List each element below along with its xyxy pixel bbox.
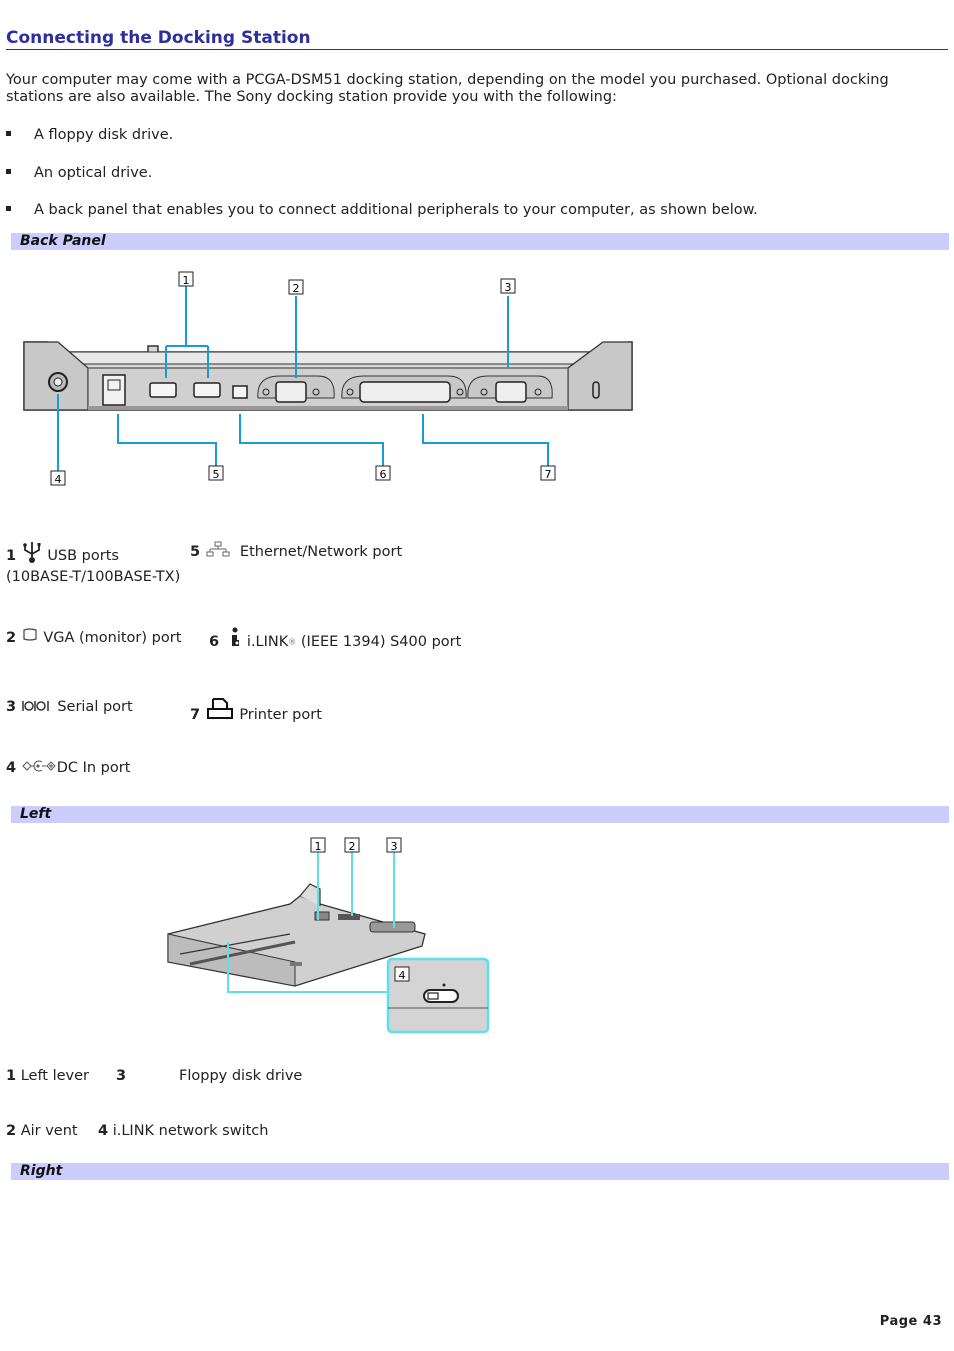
callout-3: 3	[386, 837, 402, 853]
printer-icon	[206, 698, 233, 719]
bullet-marker	[6, 131, 11, 136]
svg-text:3: 3	[391, 840, 398, 853]
legend-label: i.LINK network switch	[112, 1123, 269, 1139]
serial-icon	[21, 701, 49, 711]
legend-number: 2	[6, 1123, 17, 1139]
callout-2: 2	[288, 279, 304, 295]
svg-text:5: 5	[213, 468, 220, 481]
bullet-marker	[6, 206, 11, 211]
legend-item-ilink: 6 i.LINK® (IEEE 1394) S400 port	[209, 626, 461, 650]
legend-item-vga: 2 VGA (monitor) port	[6, 626, 181, 646]
legend-item-floppy: 3	[116, 1068, 126, 1084]
legend-item-printer: 7 Printer port	[190, 697, 322, 723]
legend-label: VGA (monitor) port	[43, 630, 182, 646]
docking-station-back-illustration	[23, 341, 633, 411]
svg-text:7: 7	[545, 468, 552, 481]
legend-item-usb: 1 USB ports	[6, 540, 119, 564]
bullet-item: A floppy disk drive.	[6, 127, 173, 143]
bullet-item: A back panel that enables you to connect…	[6, 202, 758, 218]
legend-label-rest: (IEEE 1394) S400 port	[296, 634, 462, 650]
bullet-text: A floppy disk drive.	[34, 127, 174, 143]
callout-7: 7	[540, 465, 556, 481]
callout-5: 5	[208, 465, 224, 481]
callout-1: 1	[178, 271, 194, 287]
callout-2: 2	[344, 837, 360, 853]
svg-text:1: 1	[183, 274, 190, 287]
svg-text:2: 2	[349, 840, 356, 853]
legend-item-dc-in: 4 DC In port	[6, 758, 130, 776]
svg-text:4: 4	[399, 969, 406, 982]
monitor-icon	[23, 628, 37, 641]
callout-6: 6	[375, 465, 391, 481]
page-number: Page 43	[879, 1314, 942, 1329]
network-icon	[206, 541, 230, 557]
legend-item-ethernet: 5 Ethernet/Network port	[190, 540, 402, 560]
docking-station-left-illustration	[167, 883, 426, 987]
section-heading-back-panel: Back Panel	[11, 233, 949, 250]
legend-label: Left lever	[20, 1068, 90, 1084]
callout-3: 3	[500, 278, 516, 294]
legend-number: 2	[6, 630, 17, 646]
legend-label-floppy: Floppy disk drive	[179, 1068, 303, 1084]
legend-item-serial: 3 Serial port	[6, 697, 133, 715]
svg-text:4: 4	[55, 473, 62, 486]
legend-number: 1	[6, 1068, 17, 1084]
svg-text:1: 1	[315, 840, 322, 853]
svg-text:6: 6	[380, 468, 387, 481]
page-title: Connecting the Docking Station	[6, 28, 948, 50]
section-heading-left: Left	[11, 806, 949, 823]
legend-label: USB ports	[47, 548, 119, 564]
bullet-text: A back panel that enables you to connect…	[34, 202, 758, 218]
bullet-item: An optical drive.	[6, 165, 152, 181]
legend-label: Serial port	[57, 699, 133, 715]
callout-1: 1	[310, 837, 326, 853]
legend-number: 6	[209, 634, 220, 650]
legend-number: 5	[190, 544, 201, 560]
usb-icon	[22, 542, 41, 563]
back-panel-diagram: 1 2 3 4 5 6 7	[23, 271, 633, 486]
legend-item-air-vent: 2 Air vent	[6, 1123, 78, 1139]
callout-4: 4	[50, 470, 66, 486]
legend-number: 4	[98, 1123, 109, 1139]
legend-label: Air vent	[20, 1123, 78, 1139]
bullet-marker	[6, 169, 11, 174]
legend-label: i.LINK	[246, 634, 289, 650]
legend-item-ilink-switch: 4 i.LINK network switch	[98, 1123, 268, 1139]
legend-label: Ethernet/Network port	[239, 544, 403, 560]
intro-paragraph: Your computer may come with a PCGA-DSM51…	[6, 72, 889, 105]
legend-label: DC In port	[56, 760, 131, 776]
svg-text:2: 2	[293, 282, 300, 295]
ilink-icon	[232, 627, 240, 646]
dc-in-icon	[21, 760, 56, 772]
legend-item-left-lever: 1 Left lever	[6, 1068, 89, 1084]
legend-sublabel-ethernet: (10BASE-T/100BASE-TX)	[6, 569, 181, 585]
legend-number: 4	[6, 760, 17, 776]
callout-4: 4	[394, 966, 410, 982]
legend-number: 3	[6, 699, 17, 715]
bullet-text: An optical drive.	[34, 165, 153, 181]
legend-label: Printer port	[239, 707, 322, 723]
svg-text:3: 3	[505, 281, 512, 294]
left-side-diagram: 1 2 3 4	[167, 837, 490, 1034]
section-heading-right: Right	[11, 1163, 949, 1180]
legend-number: 3	[116, 1068, 127, 1084]
legend-number: 7	[190, 707, 201, 723]
legend-number: 1	[6, 548, 17, 564]
